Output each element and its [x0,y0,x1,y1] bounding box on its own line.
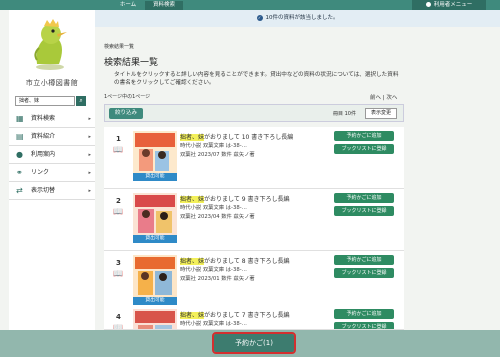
result-title[interactable]: 拙者、妹がおりまして 7 書き下ろし長編 [180,310,289,319]
result-number: 2 [116,197,121,205]
book-icon: 📖 [113,207,123,216]
result-item: 1 📖 貸出可能 拙者、妹がおりまして 10 書き下ろし長編 時代小説 双葉文庫… [104,127,404,189]
sidebar-item-label: リンク [31,169,50,176]
title-text: がおりまして 9 書き下ろし長編 [204,196,290,203]
add-to-cart-button[interactable]: 予約かごに追加 [334,131,394,141]
book-intro-icon: ▤ [16,132,24,141]
sidebar: 市立小樽図書館 拙者、妹 ⌕ ▦ 資料検索 ▸ ▤ 資料紹介 ▸ ● 利用案内 ▸ ⚭ リンク… [9,10,95,330]
chevron-right-icon: ▸ [88,152,91,158]
result-series: 時代小説 双葉文庫 は-38-… [180,267,247,273]
book-icon: 📖 [113,323,123,330]
title-highlight: 拙者、妹 [180,196,205,203]
library-mascot-logo [34,19,67,70]
nav-home[interactable]: ホーム [111,1,145,10]
book-cover[interactable] [133,193,177,237]
sidebar-item-display[interactable]: ⇄ 表示切替 ▸ [9,182,95,200]
sidebar-item-label: 資料紹介 [31,133,56,140]
library-name: 市立小樽図書館 [25,79,79,87]
results-toolbar: 絞り込み 冊目 10件 表示変更 [104,104,404,122]
sidebar-item-links[interactable]: ⚭ リンク ▸ [9,164,95,182]
sidebar-item-label: 資料検索 [31,115,56,122]
check-icon: ✓ [256,15,263,21]
sidebar-item-label: 表示切替 [31,187,56,194]
sidebar-item-label: 利用案内 [31,151,56,158]
chevron-right-icon: ▸ [88,170,91,176]
add-to-cart-button[interactable]: 予約かごに追加 [334,309,394,319]
narrow-button[interactable]: 絞り込み [109,108,143,119]
add-to-cart-button[interactable]: 予約かごに追加 [334,193,394,203]
book-cover[interactable] [133,255,177,299]
sidebar-item-intro[interactable]: ▤ 資料紹介 ▸ [9,128,95,146]
add-to-cart-button[interactable]: 予約かごに追加 [334,255,394,265]
result-title[interactable]: 拙者、妹がおりまして 9 書き下ろし長編 [180,194,289,203]
link-icon: ⚭ [16,168,23,177]
title-text: がおりまして 8 書き下ろし長編 [204,258,290,265]
top-nav-bar: ホーム 資料検索 利用者メニュー [0,0,500,10]
user-menu-button[interactable]: 利用者メニュー [412,0,486,10]
page-description: タイトルをクリックすると詳しい内容を見ることができます。貸出中などの資料の状況に… [114,72,399,86]
breadcrumb: 検索結果一覧 [104,44,135,50]
result-series: 時代小説 双葉文庫 は-38-… [180,321,247,327]
pager-prev[interactable]: 前へ [370,95,381,101]
result-series: 時代小説 双葉文庫 は-38-… [180,205,247,211]
display-change-button[interactable]: 表示変更 [365,108,397,119]
chevron-right-icon: ▸ [88,116,91,122]
user-icon [425,1,431,7]
pager: 前へ | 次へ [370,93,397,101]
sidebar-item-search[interactable]: ▦ 資料検索 ▸ [9,110,95,128]
sidebar-search-button[interactable]: ⌕ [76,96,86,106]
result-title[interactable]: 拙者、妹がおりまして 8 書き下ろし長編 [180,256,289,265]
book-icon: 📖 [113,145,123,154]
user-menu-label: 利用者メニュー [433,2,473,8]
result-item: 2 📖 貸出可能 拙者、妹がおりまして 9 書き下ろし長編 時代小説 双葉文庫 … [104,189,404,251]
person-icon: ● [16,150,23,159]
chevron-right-icon: ▸ [88,188,91,194]
result-series: 時代小説 双葉文庫 は-38-… [180,143,247,149]
result-title[interactable]: 拙者、妹がおりまして 10 書き下ろし長編 [180,132,293,141]
chevron-right-icon: ▸ [88,134,91,140]
result-publisher: 双葉社 2023/04 数件 茲矢ノ著 [180,214,255,220]
book-cover[interactable] [133,131,177,175]
result-notice: ✓ 10件の資料が該当しました。 [95,10,500,27]
availability-badge: 貸出可能 [133,235,177,243]
title-text: がおりまして 10 書き下ろし長編 [204,134,294,141]
reservation-cart-button[interactable]: 予約かご(1) [212,332,296,354]
sort-label: 冊目 10件 [333,111,356,117]
title-highlight: 拙者、妹 [180,134,205,141]
page-title: 検索結果一覧 [104,58,159,68]
switch-icon: ⇄ [16,186,23,195]
title-text: がおりまして 7 書き下ろし長編 [204,312,290,319]
result-number: 4 [116,313,121,321]
pager-next[interactable]: 次へ [386,95,397,101]
result-number: 1 [116,135,121,143]
sidebar-menu: ▦ 資料検索 ▸ ▤ 資料紹介 ▸ ● 利用案内 ▸ ⚭ リンク ▸ ⇄ 表示切替 ▸ [9,110,95,200]
title-highlight: 拙者、妹 [180,258,205,265]
availability-badge: 貸出可能 [133,297,177,305]
sidebar-search-input[interactable]: 拙者、妹 [15,96,75,106]
availability-badge: 貸出可能 [133,173,177,181]
notice-text: 10件の資料が該当しました。 [265,15,339,21]
nav-search[interactable]: 資料検索 [145,1,183,10]
add-to-booklist-button[interactable]: ブックリストに登録 [334,144,394,154]
book-search-icon: ▦ [16,114,24,123]
result-item: 4 📖 拙者、妹がおりまして 7 書き下ろし長編 時代小説 双葉文庫 は-38-… [104,305,404,330]
book-cover[interactable] [133,309,177,330]
search-icon: ⌕ [79,97,83,104]
result-number: 3 [116,259,121,267]
result-item: 3 📖 貸出可能 拙者、妹がおりまして 8 書き下ろし長編 時代小説 双葉文庫 … [104,251,404,313]
result-publisher: 双葉社 2023/07 数件 茲矢ノ著 [180,152,255,158]
add-to-booklist-button[interactable]: ブックリストに登録 [334,268,394,278]
add-to-booklist-button[interactable]: ブックリストに登録 [334,322,394,329]
page-info: 1ページ中の1ページ [104,94,151,100]
sidebar-item-guide[interactable]: ● 利用案内 ▸ [9,146,95,164]
title-highlight: 拙者、妹 [180,312,205,319]
add-to-booklist-button[interactable]: ブックリストに登録 [334,206,394,216]
book-icon: 📖 [113,269,123,278]
result-publisher: 双葉社 2023/01 数件 茲矢ノ著 [180,276,255,282]
